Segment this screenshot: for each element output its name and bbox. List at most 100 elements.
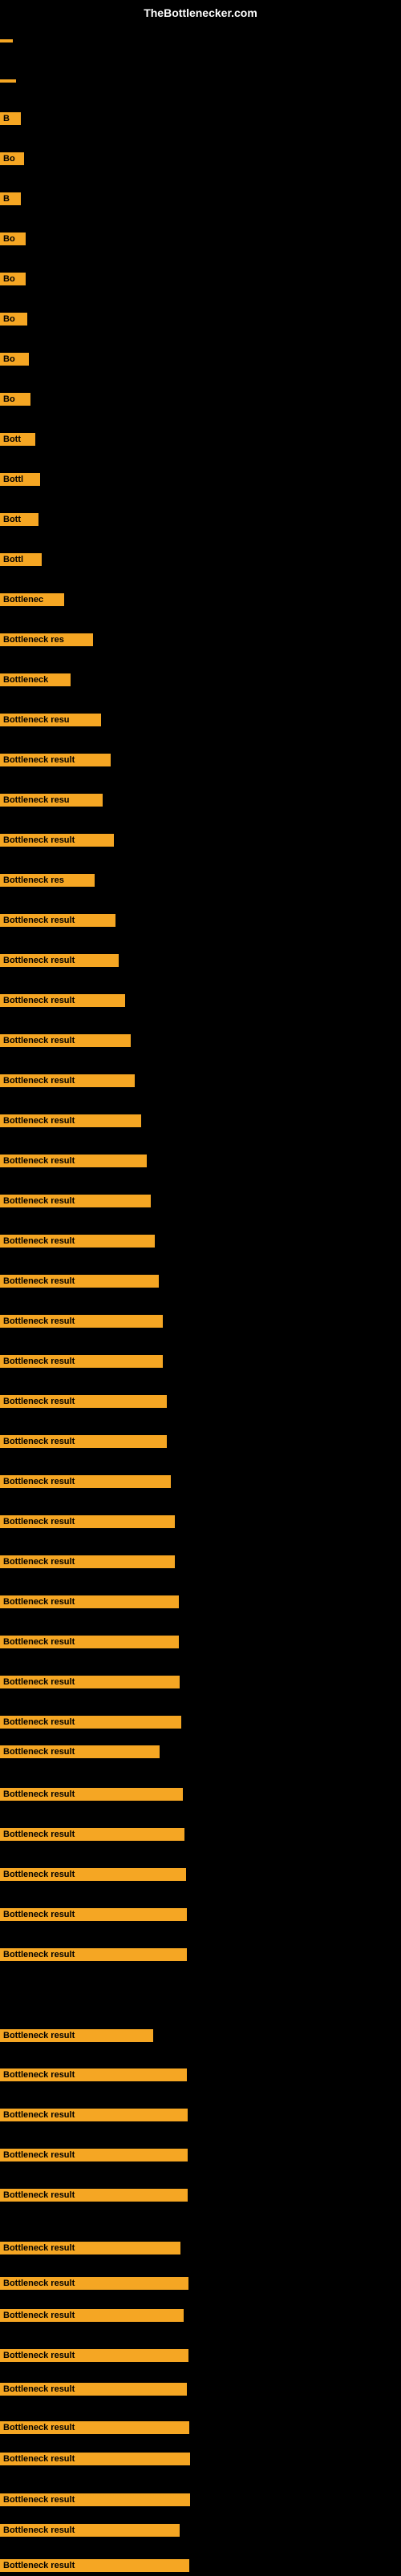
label-item: Bottleneck result xyxy=(0,834,114,851)
label-item xyxy=(0,32,13,47)
label-item: Bottleneck result xyxy=(0,1636,179,1652)
bottleneck-label: Bottleneck result xyxy=(0,1828,184,1841)
label-item: Bottleneck result xyxy=(0,1475,171,1492)
bottleneck-label: Bo xyxy=(0,313,27,326)
bottleneck-label: Bo xyxy=(0,393,30,406)
label-item: Bottleneck result xyxy=(0,1155,147,1171)
label-item: Bottleneck res xyxy=(0,633,93,650)
label-item: Bottleneck result xyxy=(0,1676,180,1692)
bottleneck-label: Bottleneck result xyxy=(0,1114,141,1127)
label-item: Bottleneck result xyxy=(0,2189,188,2206)
label-item: B xyxy=(0,112,21,129)
site-title: TheBottlenecker.com xyxy=(144,6,257,19)
label-item: B xyxy=(0,192,21,209)
bottleneck-label: Bott xyxy=(0,433,35,446)
label-item: Bottleneck result xyxy=(0,1315,163,1332)
label-item: Bottleneck resu xyxy=(0,794,103,811)
label-item: Bottleneck result xyxy=(0,1788,183,1805)
label-item: Bottleneck result xyxy=(0,2277,188,2294)
label-item: Bottleneck result xyxy=(0,2309,184,2326)
bottleneck-label: Bottleneck result xyxy=(0,1716,181,1729)
label-item: Bottleneck result xyxy=(0,1395,167,1412)
label-item: Bottlenec xyxy=(0,593,64,610)
bottleneck-label: Bottleneck res xyxy=(0,633,93,646)
label-item: Bottleneck result xyxy=(0,2068,187,2085)
label-item: Bottleneck result xyxy=(0,2421,189,2438)
label-item: Bo xyxy=(0,152,24,169)
bottleneck-label: Bottleneck result xyxy=(0,2421,189,2434)
bottleneck-label: Bottleneck result xyxy=(0,2524,180,2537)
bottleneck-label: Bottleneck result xyxy=(0,2349,188,2362)
bottleneck-label: B xyxy=(0,192,21,205)
bottleneck-label: Bottleneck result xyxy=(0,1676,180,1688)
label-item: Bottleneck result xyxy=(0,2029,153,2046)
bottleneck-label: Bottleneck result xyxy=(0,1475,171,1488)
bottleneck-label: Bottleneck result xyxy=(0,2277,188,2290)
label-item: Bo xyxy=(0,273,26,289)
label-item: Bottleneck result xyxy=(0,2109,188,2125)
label-item: Bottleneck result xyxy=(0,1595,179,1612)
bottleneck-label: Bottleneck result xyxy=(0,1636,179,1648)
bottleneck-label: Bottleneck result xyxy=(0,954,119,967)
label-item: Bo xyxy=(0,313,27,330)
bottleneck-label: Bo xyxy=(0,353,29,366)
bottleneck-label: Bottleneck result xyxy=(0,2309,184,2322)
label-item: Bottleneck result xyxy=(0,1034,131,1051)
bottleneck-label: Bottleneck result xyxy=(0,2068,187,2081)
label-item: Bottleneck result xyxy=(0,1908,187,1925)
bottleneck-label xyxy=(0,39,13,42)
label-item: Bottleneck result xyxy=(0,1716,181,1733)
label-item: Bottleneck result xyxy=(0,1114,141,1131)
bottleneck-label: Bottleneck result xyxy=(0,834,114,847)
label-item: Bo xyxy=(0,233,26,249)
bottleneck-label: Bottleneck result xyxy=(0,1155,147,1167)
label-item: Bottleneck result xyxy=(0,2493,190,2510)
bottleneck-label: Bottleneck result xyxy=(0,1788,183,1801)
bottleneck-label: Bottleneck result xyxy=(0,1355,163,1368)
label-item: Bottleneck result xyxy=(0,1948,187,1965)
label-item: Bottleneck result xyxy=(0,2149,188,2166)
bottleneck-label: Bottleneck result xyxy=(0,2149,188,2161)
label-item: Bottleneck resu xyxy=(0,714,101,730)
label-item: Bott xyxy=(0,433,35,450)
label-item: Bottleneck result xyxy=(0,2383,187,2400)
label-item: Bottleneck result xyxy=(0,1515,175,1532)
bottleneck-label: Bottleneck result xyxy=(0,1034,131,1047)
bottleneck-label: Bottleneck resu xyxy=(0,714,101,726)
label-item: Bottleneck result xyxy=(0,954,119,971)
label-item: Bottleneck result xyxy=(0,1868,186,1885)
label-item: Bottleneck res xyxy=(0,874,95,891)
label-item: Bottleneck result xyxy=(0,1745,160,1762)
bottleneck-label: Bottleneck result xyxy=(0,2453,190,2465)
label-item: Bottleneck result xyxy=(0,2242,180,2259)
bottleneck-label: Bottl xyxy=(0,553,42,566)
label-item: Bottleneck result xyxy=(0,1555,175,1572)
label-item: Bottl xyxy=(0,473,40,490)
bottleneck-label: Bottleneck result xyxy=(0,914,115,927)
bottleneck-label: Bottl xyxy=(0,473,40,486)
bottleneck-label: Bott xyxy=(0,513,38,526)
bottleneck-label: Bottleneck result xyxy=(0,1435,167,1448)
label-item: Bo xyxy=(0,393,30,410)
bottleneck-label: Bottleneck result xyxy=(0,2109,188,2121)
bottleneck-label: Bo xyxy=(0,273,26,285)
bottleneck-label: B xyxy=(0,112,21,125)
bottleneck-label: Bottleneck result xyxy=(0,1595,179,1608)
bottleneck-label: Bottleneck result xyxy=(0,1948,187,1961)
bottleneck-label: Bottleneck result xyxy=(0,1275,159,1288)
bottleneck-label: Bottleneck result xyxy=(0,1235,155,1248)
label-item: Bottleneck result xyxy=(0,994,125,1011)
label-item: Bottleneck result xyxy=(0,2524,180,2541)
bottleneck-label: Bottleneck result xyxy=(0,1868,186,1881)
bottleneck-label: Bottleneck result xyxy=(0,2559,189,2572)
bottleneck-label: Bottleneck result xyxy=(0,2493,190,2506)
label-item: Bottleneck result xyxy=(0,1074,135,1091)
bottleneck-label: Bo xyxy=(0,233,26,245)
bottleneck-label: Bottleneck result xyxy=(0,754,111,766)
label-item: Bottleneck result xyxy=(0,1275,159,1292)
bottleneck-label: Bottleneck result xyxy=(0,1908,187,1921)
bottleneck-label: Bo xyxy=(0,152,24,165)
bottleneck-label: Bottleneck result xyxy=(0,1745,160,1758)
bottleneck-label: Bottleneck result xyxy=(0,1395,167,1408)
bottleneck-label: Bottleneck result xyxy=(0,994,125,1007)
